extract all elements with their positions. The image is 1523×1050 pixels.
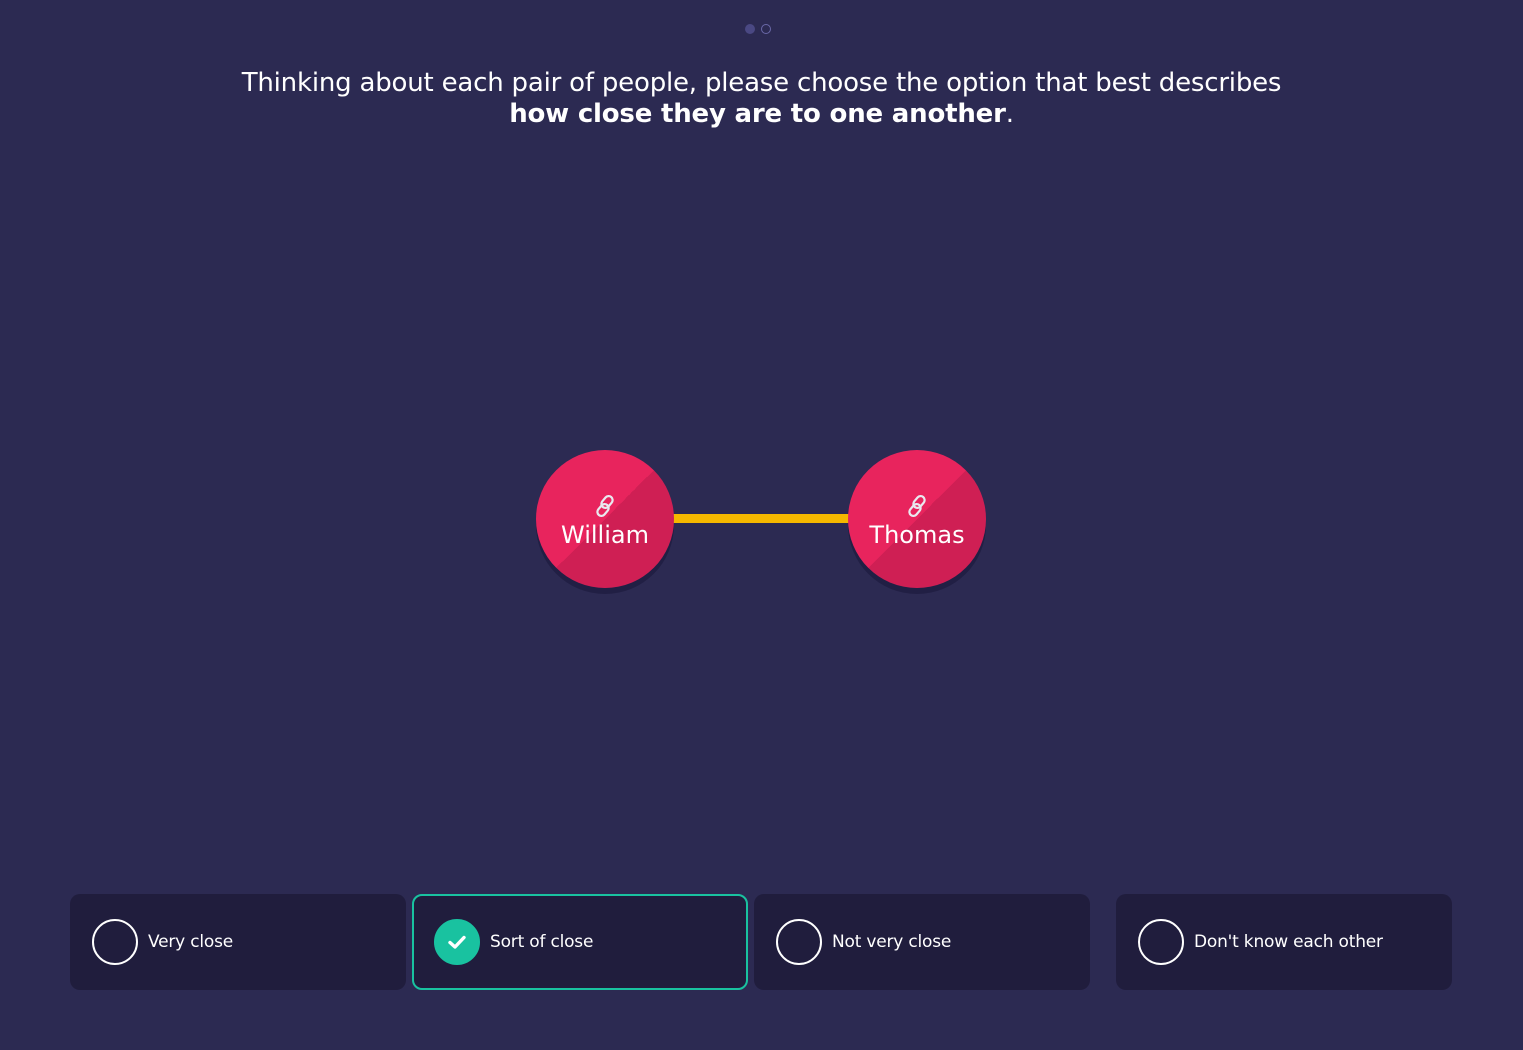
option-label: Sort of close bbox=[490, 932, 594, 952]
person-node-thomas: Thomas bbox=[848, 450, 986, 588]
option-label: Not very close bbox=[832, 932, 952, 952]
page-dot bbox=[761, 24, 771, 34]
radio-circle-icon[interactable] bbox=[1138, 919, 1184, 965]
option-dont-know-each-other[interactable]: Don't know each other bbox=[1116, 894, 1452, 990]
link-icon bbox=[908, 494, 926, 518]
option-very-close[interactable]: Very close bbox=[70, 894, 406, 990]
prompt-emphasis: how close they are to one another bbox=[509, 99, 1006, 129]
check-glyph-icon bbox=[448, 935, 466, 949]
option-sort-of-close[interactable]: Sort of close bbox=[412, 894, 748, 990]
option-not-very-close[interactable]: Not very close bbox=[754, 894, 1090, 990]
option-label: Don't know each other bbox=[1194, 932, 1383, 952]
person-name: Thomas bbox=[869, 521, 965, 549]
prompt-period: . bbox=[1005, 99, 1014, 129]
page-indicator bbox=[745, 24, 771, 34]
radio-circle-icon[interactable] bbox=[776, 919, 822, 965]
radio-circle-icon[interactable] bbox=[92, 919, 138, 965]
checkmark-icon[interactable] bbox=[434, 919, 480, 965]
question-prompt: Thinking about each pair of people, plea… bbox=[0, 68, 1523, 130]
option-label: Very close bbox=[148, 932, 234, 952]
prompt-text: Thinking about each pair of people, plea… bbox=[241, 68, 1282, 98]
link-icon bbox=[596, 494, 614, 518]
answer-options: Very close Sort of close Not very close … bbox=[70, 894, 1452, 990]
page-dot-current bbox=[745, 24, 755, 34]
person-name: William bbox=[561, 521, 649, 549]
person-node-william: William bbox=[536, 450, 674, 588]
relationship-edge bbox=[660, 514, 860, 523]
